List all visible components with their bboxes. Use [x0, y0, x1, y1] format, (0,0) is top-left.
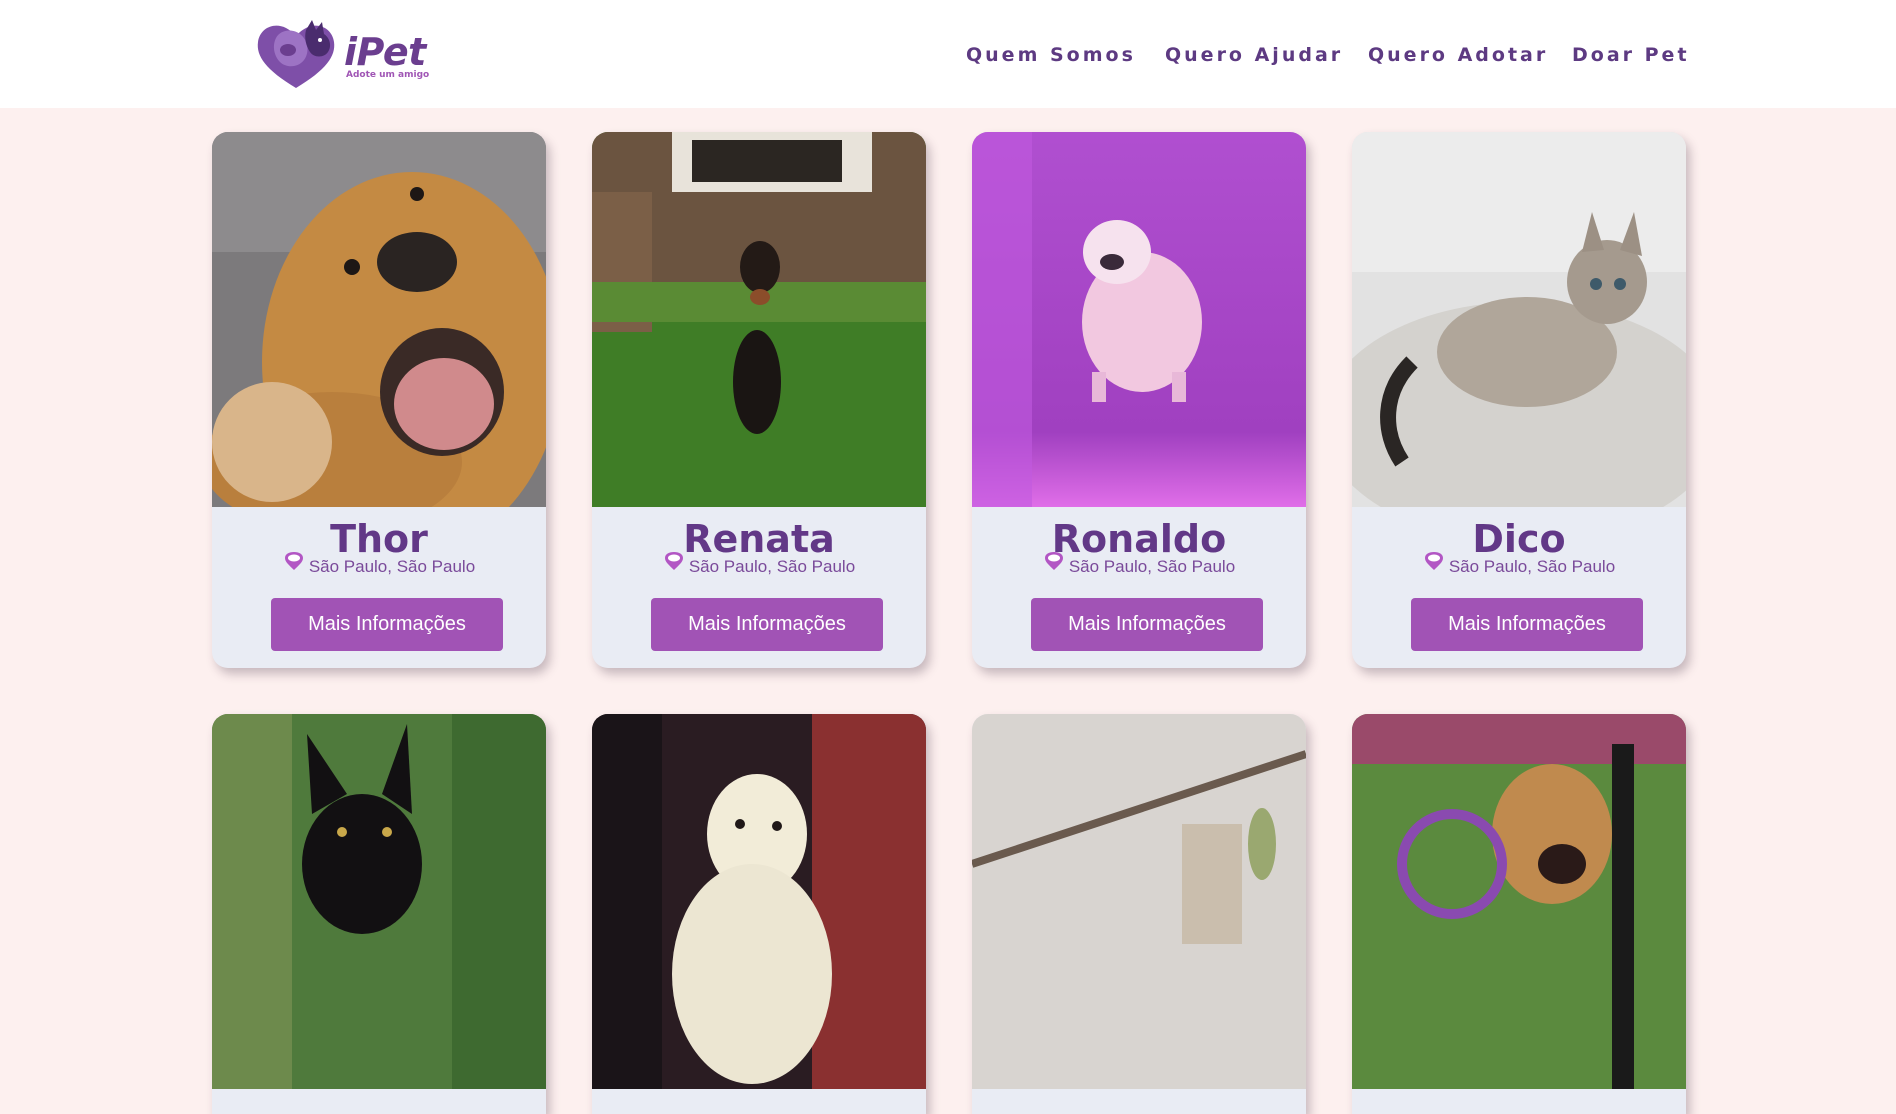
- pet-city: São Paulo, São Paulo: [308, 556, 476, 576]
- more-info-button[interactable]: Mais Informações: [1031, 598, 1263, 651]
- pet-location: São Paulo, São Paulo: [592, 551, 926, 584]
- logo[interactable]: iPet Adote um amigo: [256, 20, 436, 90]
- ferret-photo: [592, 714, 926, 1089]
- nav-doar-pet[interactable]: Doar Pet: [1572, 44, 1690, 66]
- pet-name: Ronaldo: [1051, 517, 1227, 561]
- dog-wheelchair-photo: [1352, 714, 1686, 1089]
- pet-location: São Paulo, São Paulo: [212, 551, 546, 584]
- black-cat-photo: [212, 714, 546, 1089]
- pet-card-thor: Thor São Paulo, São Paulo Mais Informaçõ…: [212, 132, 546, 668]
- dachshund-running-photo: [592, 132, 926, 507]
- pet-name: Dico: [1472, 517, 1566, 561]
- pet-card-row2-4: [1352, 714, 1686, 1114]
- location-pin-icon: [284, 551, 303, 570]
- pet-city: São Paulo, São Paulo: [688, 556, 856, 576]
- pet-card-renata: Renata São Paulo, São Paulo Mais Informa…: [592, 132, 926, 668]
- pet-heart-logo-icon: [257, 20, 335, 88]
- location-pin-icon: [1044, 551, 1063, 570]
- location-pin-icon: [664, 551, 683, 570]
- pet-name: Renata: [683, 517, 835, 561]
- golden-retriever-photo: [212, 132, 546, 507]
- location-pin-icon: [1424, 551, 1443, 570]
- nav-quem-somos[interactable]: Quem Somos: [966, 44, 1136, 66]
- pet-card-ronaldo: Ronaldo São Paulo, São Paulo Mais Inform…: [972, 132, 1306, 668]
- pet-city: São Paulo, São Paulo: [1068, 556, 1236, 576]
- bird-perch-photo: [972, 714, 1306, 1089]
- pet-card-row2-1: [212, 714, 546, 1114]
- more-info-button[interactable]: Mais Informações: [651, 598, 883, 651]
- pet-card-row2-3: [972, 714, 1306, 1114]
- pet-location: São Paulo, São Paulo: [1352, 551, 1686, 584]
- tabby-kitten-photo: [1352, 132, 1686, 507]
- pet-name: Thor: [330, 517, 428, 561]
- logo-wordmark: iPet: [344, 30, 426, 74]
- bulldog-jumping-photo: [972, 132, 1306, 507]
- more-info-button[interactable]: Mais Informações: [271, 598, 503, 651]
- nav-quero-ajudar[interactable]: Quero Ajudar: [1165, 44, 1343, 66]
- more-info-button[interactable]: Mais Informações: [1411, 598, 1643, 651]
- nav-quero-adotar[interactable]: Quero Adotar: [1368, 44, 1548, 66]
- pet-card-dico: Dico São Paulo, São Paulo Mais Informaçõ…: [1352, 132, 1686, 668]
- site-header: iPet Adote um amigo Quem Somos Quero Aju…: [0, 0, 1896, 108]
- pet-card-row2-2: [592, 714, 926, 1114]
- pet-location: São Paulo, São Paulo: [972, 551, 1306, 584]
- logo-tagline: Adote um amigo: [346, 70, 430, 80]
- pet-city: São Paulo, São Paulo: [1448, 556, 1616, 576]
